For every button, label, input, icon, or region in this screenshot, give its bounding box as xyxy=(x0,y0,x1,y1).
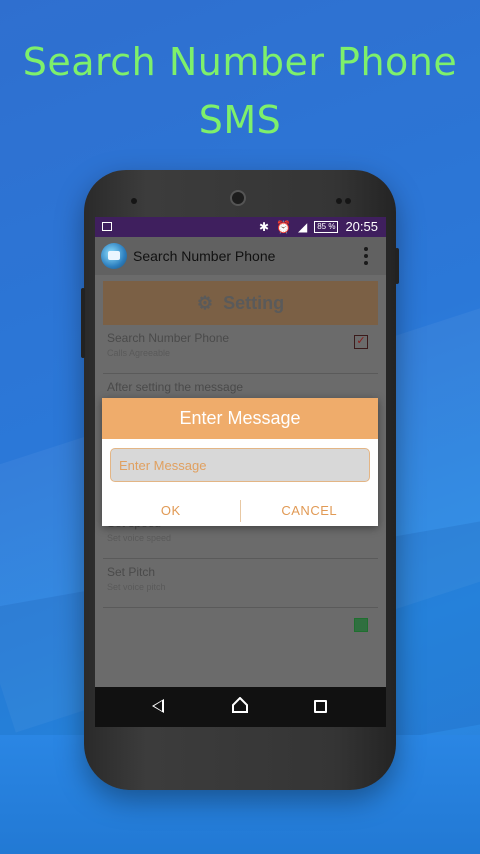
battery-indicator: 85 % xyxy=(314,220,339,233)
enter-message-dialog: Enter Message OK CANCEL xyxy=(102,398,378,526)
overflow-menu-icon[interactable] xyxy=(364,247,368,268)
gear-icon: ⚙ xyxy=(196,292,214,313)
alarm-icon: ⏰ xyxy=(276,219,291,234)
home-icon[interactable] xyxy=(232,697,248,713)
pref-title: Search Number Phone xyxy=(107,331,230,345)
volume-button xyxy=(81,288,85,358)
status-time: 20:55 xyxy=(345,219,378,234)
speaker-dot xyxy=(345,198,351,204)
ok-button[interactable]: OK xyxy=(102,500,240,524)
app-bar: Search Number Phone xyxy=(95,237,386,275)
status-bar: ✱ ⏰ ◢ 85 % 20:55 xyxy=(95,217,386,237)
promo-headline-sub: SMS xyxy=(198,98,282,142)
pref-summary: Set voice speed xyxy=(107,533,172,543)
image-icon xyxy=(102,222,112,231)
pref-partial[interactable] xyxy=(103,608,378,638)
pref-checkbox[interactable]: ✓ xyxy=(354,335,368,349)
settings-header: ⚙ Setting xyxy=(103,281,378,325)
pref-title: Set Pitch xyxy=(107,565,156,579)
back-icon[interactable] xyxy=(152,699,164,713)
app-title: Search Number Phone xyxy=(133,248,276,264)
speaker-dot xyxy=(336,198,342,204)
dialog-buttons: OK CANCEL xyxy=(102,500,378,524)
message-input[interactable] xyxy=(110,448,370,482)
pref-set-pitch[interactable]: Set Pitch Set voice pitch xyxy=(103,559,378,608)
promo-headline: Search Number Phone xyxy=(22,40,458,84)
recents-icon[interactable] xyxy=(314,700,327,713)
pref-checkbox[interactable] xyxy=(354,618,368,632)
power-button xyxy=(395,248,399,284)
signal-icon: ◢ xyxy=(297,219,308,234)
pref-summary: Set voice pitch xyxy=(107,582,166,592)
sensor-dot xyxy=(131,198,137,204)
settings-header-label: Setting xyxy=(223,292,285,313)
pref-search-number-phone[interactable]: Search Number Phone Calls Agreeable ✓ xyxy=(103,325,378,374)
pref-summary: Calls Agreeable xyxy=(107,348,171,358)
app-logo-icon xyxy=(101,243,127,269)
bluetooth-icon: ✱ xyxy=(258,219,270,234)
cancel-button[interactable]: CANCEL xyxy=(241,500,379,524)
nav-bar xyxy=(95,687,386,727)
pref-title: After setting the message xyxy=(107,380,244,394)
front-camera xyxy=(230,190,246,206)
dialog-title: Enter Message xyxy=(102,398,378,439)
